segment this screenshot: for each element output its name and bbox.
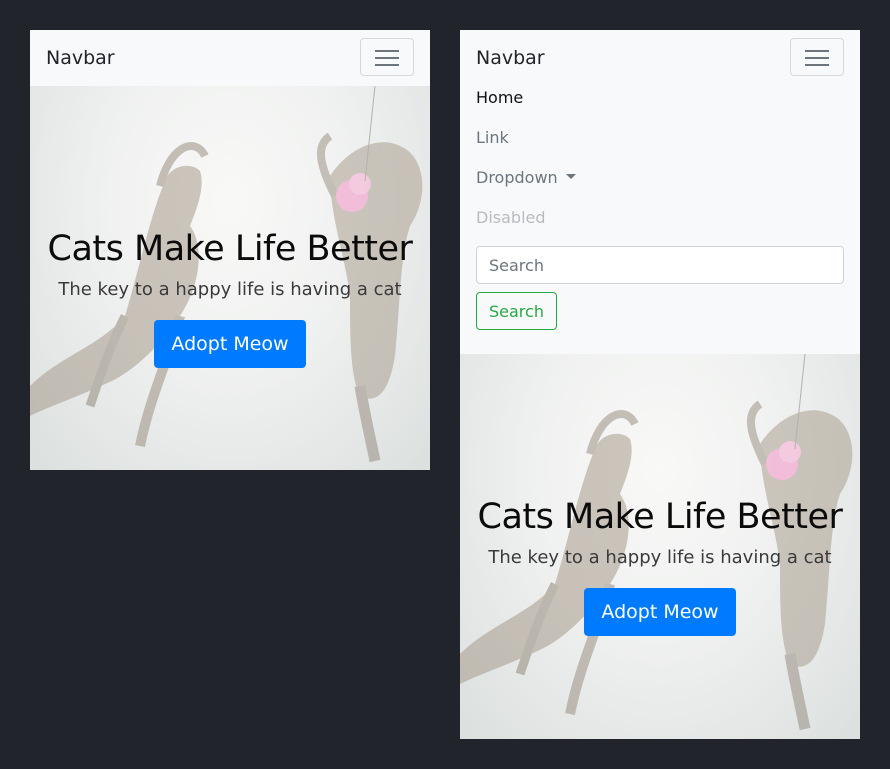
hamburger-icon-line xyxy=(805,57,829,59)
hero-title: Cats Make Life Better xyxy=(477,497,843,537)
adopt-button[interactable]: Adopt Meow xyxy=(154,320,306,368)
hero-content: Cats Make Life Better The key to a happy… xyxy=(460,496,860,636)
search-input[interactable] xyxy=(476,246,844,284)
nav-link-disabled: Disabled xyxy=(476,208,546,227)
adopt-button[interactable]: Adopt Meow xyxy=(584,588,736,636)
caret-down-icon xyxy=(565,174,576,179)
hero-section: Cats Make Life Better The key to a happy… xyxy=(460,354,860,739)
hero-title: Cats Make Life Better xyxy=(47,229,413,269)
navbar: Navbar xyxy=(460,30,860,86)
mobile-view-expanded: Navbar Home Link Dropdown Disabled Searc… xyxy=(460,30,860,739)
navbar-brand[interactable]: Navbar xyxy=(46,47,115,69)
nav-link-home[interactable]: Home xyxy=(476,86,844,126)
hero-section: Cats Make Life Better The key to a happy… xyxy=(30,86,430,470)
dropdown-label: Dropdown xyxy=(476,168,558,187)
navbar-collapse-menu: Home Link Dropdown Disabled Search xyxy=(460,86,860,354)
hero-content: Cats Make Life Better The key to a happy… xyxy=(30,228,430,368)
navbar-toggler-button[interactable] xyxy=(790,38,844,76)
hero-subtitle: The key to a happy life is having a cat xyxy=(488,547,832,568)
navbar-toggler-button[interactable] xyxy=(360,38,414,76)
navbar-brand[interactable]: Navbar xyxy=(476,47,545,69)
search-button[interactable]: Search xyxy=(476,292,557,330)
hamburger-icon xyxy=(805,50,829,52)
nav-link-dropdown[interactable]: Dropdown xyxy=(476,166,844,206)
hamburger-icon-line xyxy=(375,57,399,59)
mobile-view-collapsed: Navbar Cats Make Life Better The key to … xyxy=(30,30,430,470)
hamburger-icon-line xyxy=(375,64,399,66)
hamburger-icon-line xyxy=(805,64,829,66)
hero-subtitle: The key to a happy life is having a cat xyxy=(58,279,402,300)
nav-link-link[interactable]: Link xyxy=(476,126,844,166)
hamburger-icon xyxy=(375,50,399,52)
navbar: Navbar xyxy=(30,30,430,86)
